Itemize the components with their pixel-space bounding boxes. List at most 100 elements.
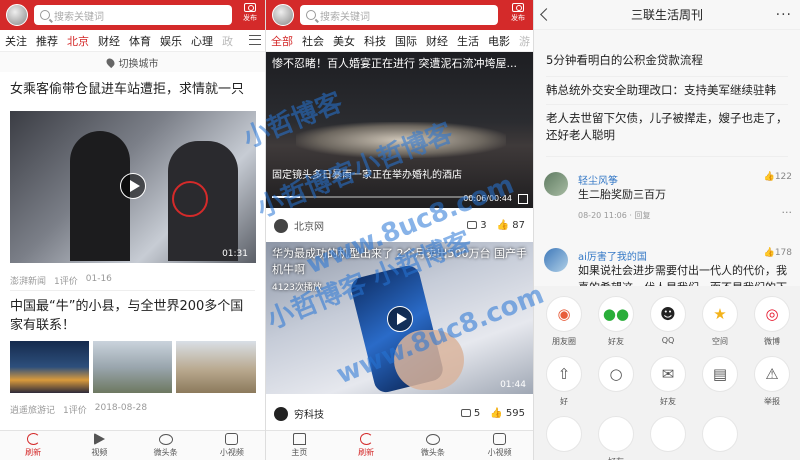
nav-refresh[interactable]: 刷新 xyxy=(333,431,400,460)
video-title[interactable]: 惨不忍睹！百人婚宴正在进行 突遭泥石流冲垮屋... xyxy=(266,56,533,72)
share-item[interactable] xyxy=(696,416,744,456)
video-thumbnail[interactable]: 01:31 xyxy=(10,111,256,263)
more-icon[interactable]: ··· xyxy=(782,206,793,219)
comment-author[interactable]: 轻尘风筝 xyxy=(578,172,618,187)
source-name[interactable]: 北京网 xyxy=(294,218,324,233)
tab-channel[interactable]: 电影 xyxy=(488,33,510,49)
mini-video-icon xyxy=(225,433,239,445)
article-source[interactable]: 逍遥旅游记 xyxy=(10,403,55,416)
article-title[interactable]: 女乘客偷带仓鼠进车站遭拒，求情就一只 xyxy=(0,80,265,99)
nav-micro-headline[interactable]: 微头条 xyxy=(400,431,467,460)
tab-channel[interactable]: 社会 xyxy=(302,33,324,49)
like-count[interactable]: 👍 87 xyxy=(497,220,525,231)
related-article[interactable]: 5分钟看明白的公积金贷款流程 xyxy=(534,52,800,69)
upload-icon: ⇧ xyxy=(557,365,571,383)
video-duration: 01:31 xyxy=(222,249,248,259)
tab-channel[interactable]: 体育 xyxy=(129,33,151,49)
article-source[interactable]: 澎湃新闻 xyxy=(10,274,46,287)
tab-channel-active[interactable]: 全部 xyxy=(271,33,293,49)
publish-button[interactable]: 发布 xyxy=(507,3,529,23)
tab-channel[interactable]: 政 xyxy=(222,33,233,49)
share-mail[interactable]: ✉ 好友 xyxy=(644,356,692,407)
video-player[interactable]: 华为最成功的机型出来了 2个月卖出500万台 国产手机牛啊 4123次播放 01… xyxy=(266,242,533,395)
related-article[interactable]: 韩总统外交安全助理改口：支持美军继续驻韩 xyxy=(534,82,800,99)
share-moments[interactable]: ◉ 朋友圈 xyxy=(540,296,588,347)
avatar[interactable] xyxy=(544,172,568,196)
article-image[interactable] xyxy=(10,341,89,393)
tab-channel[interactable]: 推荐 xyxy=(36,33,58,49)
nav-mini-video[interactable]: 小视频 xyxy=(199,431,265,460)
tab-channel-active[interactable]: 北京 xyxy=(67,33,89,49)
comment-count[interactable]: 3 xyxy=(467,220,487,231)
channel-tabs: 全部 社会 美女 科技 国际 财经 生活 电影 游 xyxy=(266,30,533,52)
share-qq[interactable]: ☻ QQ xyxy=(644,296,692,345)
video-stats: 3 👍 87 xyxy=(467,220,525,231)
share-item[interactable]: 好友 xyxy=(592,416,640,460)
share-qzone[interactable]: ★ 空间 xyxy=(696,296,744,347)
video-title[interactable]: 华为最成功的机型出来了 2个月卖出500万台 国产手机牛啊 xyxy=(266,246,533,278)
nav-video[interactable]: 视频 xyxy=(66,431,132,460)
article-meta: 逍遥旅游记 1评价 2018-08-28 xyxy=(0,403,157,416)
play-icon[interactable] xyxy=(120,173,146,199)
nav-refresh[interactable]: 刷新 xyxy=(0,431,66,460)
channel-tabs: 关注 推荐 北京 财经 体育 娱乐 心理 政 xyxy=(0,30,265,52)
video-progress-bar[interactable] xyxy=(272,196,474,198)
back-arrow-icon[interactable] xyxy=(540,8,553,21)
hand-image xyxy=(394,330,464,390)
share-upload[interactable]: ⇧ 好 xyxy=(540,356,588,407)
comment-like[interactable]: 👍178 xyxy=(764,248,792,258)
share-wechat[interactable]: ●● 好友 xyxy=(592,296,640,347)
comment-author[interactable]: ai厉害了我的国 xyxy=(578,248,647,263)
search-input[interactable]: 搜索关键词 xyxy=(300,5,498,25)
share-item[interactable] xyxy=(540,416,588,456)
chat-bubble-icon xyxy=(158,433,173,445)
like-count[interactable]: 👍 595 xyxy=(490,408,525,419)
menu-icon[interactable] xyxy=(249,35,261,45)
tab-channel[interactable]: 财经 xyxy=(98,33,120,49)
related-article[interactable]: 老人去世留下欠债，儿子被撵走，嫂子也走了，还好老人聪明 xyxy=(534,110,800,144)
tab-channel[interactable]: 关注 xyxy=(5,33,27,49)
star-icon: ★ xyxy=(713,305,727,323)
report-button[interactable]: ⚠ 举报 xyxy=(748,356,796,407)
avatar[interactable] xyxy=(6,4,28,26)
tab-channel[interactable]: 生活 xyxy=(457,33,479,49)
play-icon[interactable] xyxy=(387,306,413,332)
tab-channel[interactable]: 心理 xyxy=(191,33,213,49)
share-item[interactable] xyxy=(644,416,692,456)
share-weibo[interactable]: ◎ 微博 xyxy=(748,296,796,347)
weibo-icon: ◎ xyxy=(765,305,779,323)
city-switch[interactable]: 切换城市 xyxy=(0,52,265,72)
nav-label: 小视频 xyxy=(219,448,244,457)
tab-channel[interactable]: 美女 xyxy=(333,33,355,49)
share-circle: ◎ xyxy=(754,296,790,332)
article-image[interactable] xyxy=(176,341,256,393)
tab-channel[interactable]: 娱乐 xyxy=(160,33,182,49)
tab-channel[interactable]: 科技 xyxy=(364,33,386,49)
nav-micro-headline[interactable]: 微头条 xyxy=(133,431,199,460)
more-icon[interactable]: ··· xyxy=(776,7,792,23)
source-name[interactable]: 穷科技 xyxy=(294,406,324,421)
avatar[interactable] xyxy=(272,4,294,26)
article-title[interactable]: 中国最“牛”的小县，与全世界200多个国家有联系！ xyxy=(0,297,265,335)
comment-count[interactable]: 5 xyxy=(460,408,480,419)
nav-mini-video[interactable]: 小视频 xyxy=(466,431,533,460)
publish-button[interactable]: 发布 xyxy=(239,3,261,23)
article-image[interactable] xyxy=(93,341,172,393)
qq-penguin-icon: ☻ xyxy=(660,305,676,323)
avatar[interactable] xyxy=(544,248,568,272)
search-input[interactable]: 搜索关键词 xyxy=(34,5,232,25)
share-circle xyxy=(598,416,634,452)
share-document[interactable]: ▤ xyxy=(696,356,744,396)
video-player[interactable]: 惨不忍睹！百人婚宴正在进行 突遭泥石流冲垮屋... 固定镜头多日暴雨一家正在举办… xyxy=(266,52,533,208)
share-label: 好友 xyxy=(660,397,676,406)
fullscreen-icon[interactable] xyxy=(518,194,528,204)
tab-channel[interactable]: 国际 xyxy=(395,33,417,49)
share-comment[interactable]: ○ xyxy=(592,356,640,396)
tab-channel[interactable]: 财经 xyxy=(426,33,448,49)
comment-like[interactable]: 👍122 xyxy=(764,172,792,182)
chat-bubble-icon xyxy=(425,433,440,445)
share-circle: ●● xyxy=(598,296,634,332)
nav-home[interactable]: 主页 xyxy=(266,431,333,460)
divider xyxy=(546,156,788,157)
tab-channel[interactable]: 游 xyxy=(519,33,530,49)
